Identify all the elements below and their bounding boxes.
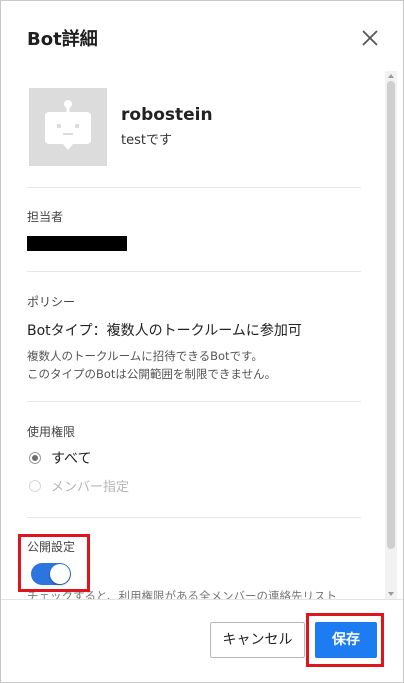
scroll-up-icon[interactable] <box>388 74 394 78</box>
radio-member-specified-label: メンバー指定 <box>51 480 130 495</box>
divider <box>27 401 361 402</box>
scrollbar[interactable] <box>385 71 397 599</box>
cancel-button[interactable]: キャンセル <box>210 622 305 658</box>
dialog-header: Bot詳細 <box>1 1 403 71</box>
bot-description: testです <box>121 133 172 148</box>
footer-divider <box>1 599 403 600</box>
close-icon[interactable] <box>359 27 381 49</box>
divider <box>27 187 361 188</box>
divider <box>27 271 361 272</box>
scroll-down-icon[interactable] <box>388 592 394 596</box>
radio-all-label[interactable]: すべて <box>51 448 91 468</box>
bot-detail-dialog: Bot詳細 robostein testです 担当者 ポリシー Botタイプ：複… <box>0 0 404 683</box>
policy-type: Botタイプ：複数人のトークルームに参加可 <box>27 323 302 339</box>
radio-all[interactable] <box>29 452 41 464</box>
owner-label: 担当者 <box>27 210 64 224</box>
dialog-title: Bot詳細 <box>27 29 98 50</box>
robot-icon <box>29 88 107 166</box>
highlight-box-publish <box>18 534 90 592</box>
policy-note-line1: 複数人のトークルームに招待できるBotです。 <box>27 349 263 363</box>
permission-label: 使用権限 <box>27 425 76 439</box>
radio-member-specified <box>29 480 41 492</box>
divider <box>27 517 361 518</box>
owner-value-redacted <box>27 236 127 251</box>
dialog-content: robostein testです 担当者 ポリシー Botタイプ：複数人のトーク… <box>1 71 385 599</box>
policy-note-line2: このタイプのBotは公開範囲を制限できません。 <box>27 367 277 381</box>
highlight-box-save <box>306 613 384 667</box>
bot-name: robostein <box>121 105 213 125</box>
policy-label: ポリシー <box>27 295 76 309</box>
scrollbar-thumb[interactable] <box>387 81 395 549</box>
